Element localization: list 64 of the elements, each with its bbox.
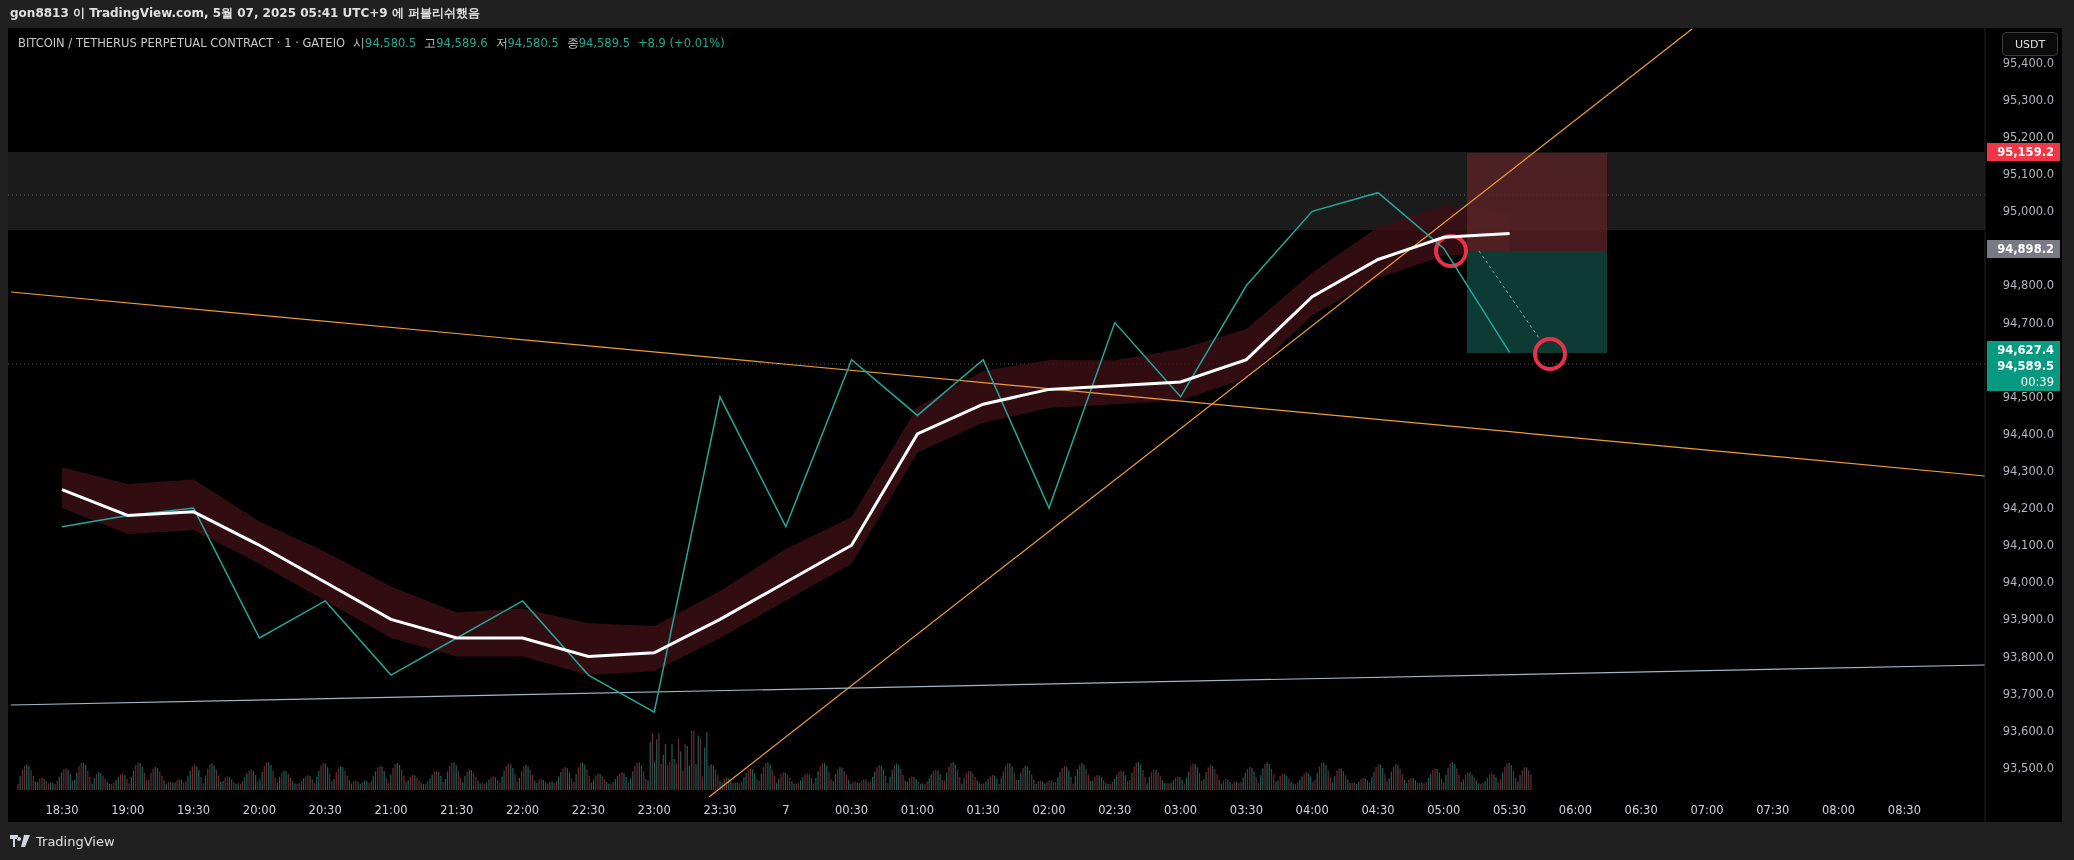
- tradingview-logo-icon: [10, 835, 30, 847]
- time-tick: 01:30: [966, 803, 1000, 817]
- countdown-label: 00:39: [2020, 375, 2054, 389]
- price-label: 95,159.2: [1997, 145, 2054, 159]
- time-tick: 19:00: [111, 803, 145, 817]
- time-tick: 07:00: [1690, 803, 1724, 817]
- price-tick: 94,000.0: [2002, 575, 2054, 590]
- price-tick: 93,700.0: [2002, 686, 2054, 701]
- time-tick: 21:00: [374, 803, 408, 817]
- price-tick: 95,400.0: [2002, 55, 2054, 70]
- price-tick: 93,500.0: [2002, 760, 2054, 775]
- price-change: +8.9 (+0.01%): [637, 36, 725, 51]
- time-tick: 02:00: [1032, 803, 1066, 817]
- publish-info: gon8813 이 TradingView.com, 5월 07, 2025 05:41 UTC+9 에 퍼블리쉬했음: [9, 5, 482, 22]
- time-tick: 20:30: [308, 803, 342, 817]
- symbol-title: BITCOIN / TETHERUS PERPETUAL CONTRACT · 1 · GATEIO: [18, 36, 346, 51]
- time-tick: 22:00: [506, 803, 540, 817]
- price-tick: 95,100.0: [2002, 167, 2054, 182]
- time-tick: 03:30: [1229, 803, 1263, 817]
- time-tick: 05:30: [1493, 803, 1527, 817]
- highlight-circle: [1533, 337, 1567, 371]
- currency-button[interactable]: USDT: [2002, 32, 2058, 56]
- time-tick: 03:00: [1164, 803, 1198, 817]
- time-tick: 19:30: [177, 803, 211, 817]
- price-tick: 93,600.0: [2002, 723, 2054, 738]
- price-tick: 94,800.0: [2002, 278, 2054, 293]
- ohlc-value: 시94,580.5: [353, 36, 417, 51]
- price-label: 94,898.2: [1997, 242, 2054, 256]
- time-tick: 08:00: [1822, 803, 1856, 817]
- time-tick: 07:30: [1756, 803, 1790, 817]
- brand-name: TradingView: [36, 833, 115, 849]
- price-tick: 95,200.0: [2002, 130, 2054, 145]
- price-label: 94,627.4: [1997, 343, 2054, 357]
- time-tick: 22:30: [571, 803, 605, 817]
- time-tick: 00:30: [835, 803, 869, 817]
- time-tick: 04:00: [1295, 803, 1329, 817]
- price-tick: 94,200.0: [2002, 501, 2054, 516]
- time-tick: 23:30: [703, 803, 737, 817]
- time-tick: 7: [782, 803, 790, 817]
- time-tick: 20:00: [242, 803, 276, 817]
- time-tick: 21:30: [440, 803, 474, 817]
- time-tick: 18:30: [45, 803, 79, 817]
- price-tick: 93,900.0: [2002, 612, 2054, 627]
- time-tick: 23:00: [637, 803, 671, 817]
- time-tick: 01:00: [900, 803, 934, 817]
- time-tick: 08:30: [1887, 803, 1921, 817]
- time-tick: 05:00: [1427, 803, 1461, 817]
- price-tick: 93,800.0: [2002, 649, 2054, 664]
- highlight-circle: [1434, 234, 1468, 268]
- ohlc-value: 종94,589.5: [566, 36, 630, 51]
- price-label: 94,589.5: [1997, 359, 2054, 373]
- price-tick: 94,700.0: [2002, 315, 2054, 330]
- price-tick: 94,300.0: [2002, 464, 2054, 478]
- price-tick: 95,300.0: [2002, 93, 2054, 107]
- price-tick: 94,500.0: [2002, 389, 2054, 404]
- price-tick: 94,100.0: [2002, 538, 2054, 553]
- ohlc-value: 저94,580.5: [495, 36, 559, 51]
- time-tick: 02:30: [1098, 803, 1132, 817]
- time-tick: 04:30: [1361, 803, 1395, 817]
- price-tick: 95,000.0: [2002, 204, 2054, 219]
- ohlc-value: 고94,589.6: [424, 36, 488, 51]
- price-tick: 94,400.0: [2002, 426, 2054, 441]
- time-tick: 06:30: [1624, 803, 1658, 817]
- time-tick: 06:00: [1558, 803, 1592, 817]
